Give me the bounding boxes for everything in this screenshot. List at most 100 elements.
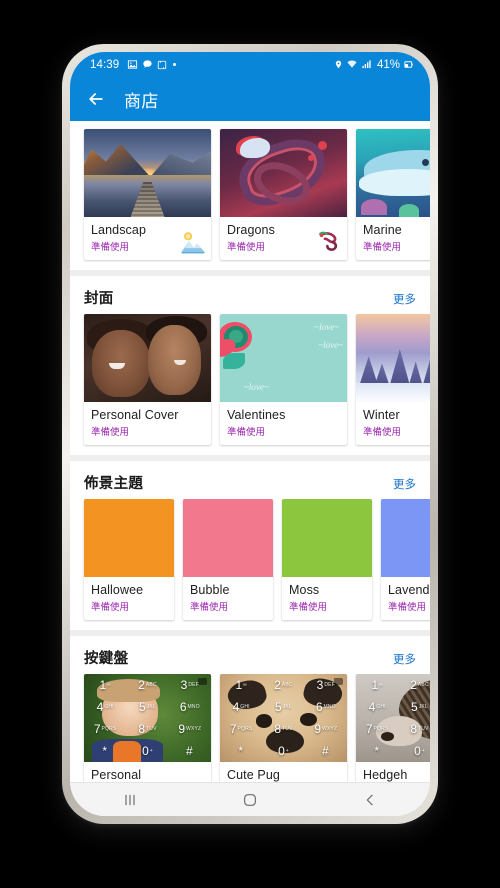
thumbnail-landscape xyxy=(84,129,211,217)
more-link-keypad[interactable]: 更多 xyxy=(393,651,416,667)
card-landscape[interactable]: Landscap 準備使用 xyxy=(84,129,211,260)
dot-indicator xyxy=(173,63,177,66)
thumbnail-halloween xyxy=(84,499,174,577)
card-title: Personal xyxy=(91,768,142,782)
section-title: 佈景主題 xyxy=(84,476,144,492)
keypad-key: 2 ABC xyxy=(138,678,157,692)
card-row-themes[interactable]: Hallowee 準備使用 Bubble 準備使用 Moss 準備使用 Lave… xyxy=(70,499,430,630)
keypad-key: 3 DEF xyxy=(316,678,335,692)
keypad-key: * xyxy=(102,744,107,758)
card-title: Valentines xyxy=(227,408,286,422)
card-meta: Hedgeh xyxy=(356,762,430,782)
card-personal-cover[interactable]: Personal Cover 準備使用 xyxy=(84,314,211,445)
thumbnail-bubble xyxy=(183,499,273,577)
card-title: Personal Cover xyxy=(91,408,179,422)
card-dragons[interactable]: Dragons 準備使用 xyxy=(220,129,347,260)
section-title: 封面 xyxy=(84,291,114,307)
thumbnail-dragons xyxy=(220,129,347,217)
keypad-key: 6 MNO xyxy=(315,700,336,714)
card-bubble[interactable]: Bubble 準備使用 xyxy=(183,499,273,620)
card-halloween[interactable]: Hallowee 準備使用 xyxy=(84,499,174,620)
phone-screen: 14:39 41% 商店 Landscap 準備使用 Dragons 準備使用 … xyxy=(70,52,430,816)
keypad-key: 7 PQRS xyxy=(229,722,253,736)
phone-frame: 14:39 41% 商店 Landscap 準備使用 Dragons 準備使用 … xyxy=(62,44,438,824)
theme-swatch xyxy=(84,499,174,577)
card-row-keypad[interactable]: 1 ∞ 2 ABC 3 DEF 4 GHI 5 JKL 6 MNO 7 PQRS 8 TUV 9 WXYZ * 0 + #… xyxy=(70,674,430,782)
card-title: Hedgeh xyxy=(363,768,408,782)
section-covers: 封面 更多 Personal Cover 準備使用 ~love~ ~love~ … xyxy=(70,270,430,455)
card-meta: Personal xyxy=(84,762,211,782)
love-text: ~love~ xyxy=(244,382,269,392)
card-meta: Valentines 準備使用 xyxy=(220,402,347,445)
keypad-key: 8 TUV xyxy=(410,722,429,736)
keypad-key: 5 JKL xyxy=(275,700,292,714)
dragon-icon xyxy=(319,231,338,251)
keypad-key: 5 JKL xyxy=(411,700,428,714)
back-icon[interactable] xyxy=(344,783,396,816)
thumbnail-marine xyxy=(356,129,430,217)
more-link-covers[interactable]: 更多 xyxy=(393,291,416,307)
recents-icon[interactable] xyxy=(104,783,156,816)
keypad-key: # xyxy=(185,744,193,758)
love-text: ~love~ xyxy=(318,340,343,350)
keypad-key: 8 TUV xyxy=(274,722,293,736)
more-link-themes[interactable]: 更多 xyxy=(393,476,416,492)
keypad-key: 1 ∞ xyxy=(371,678,383,692)
keypad-key: 0 + xyxy=(278,744,289,758)
card-winter[interactable]: Winter 準備使用 xyxy=(356,314,430,445)
card-valentines[interactable]: ~love~ ~love~ ~love~ Valentines 準備使用 xyxy=(220,314,347,445)
keypad-key: 7 PQRS xyxy=(93,722,117,736)
card-status: 準備使用 xyxy=(91,602,130,613)
keypad-key: 2 ABC xyxy=(410,678,429,692)
section-title: 按鍵盤 xyxy=(84,651,129,667)
card-row-covers[interactable]: Personal Cover 準備使用 ~love~ ~love~ ~love~… xyxy=(70,314,430,455)
card-lavender[interactable]: Lavend 準備使用 xyxy=(381,499,430,620)
card-title: Lavend xyxy=(388,583,430,597)
store-content[interactable]: Landscap 準備使用 Dragons 準備使用 Marine 準備使用 封… xyxy=(70,121,430,782)
location-icon xyxy=(335,60,342,69)
keypad-key: 5 JKL xyxy=(139,700,156,714)
keypad-key: 1 ∞ xyxy=(235,678,247,692)
status-left-icons xyxy=(127,59,177,70)
section-header-keypad: 按鍵盤 更多 xyxy=(70,636,430,674)
status-right-icons: 41% xyxy=(334,59,414,71)
status-time: 14:39 xyxy=(90,58,120,71)
card-marine[interactable]: Marine 準備使用 xyxy=(356,129,430,260)
card-title: Winter xyxy=(363,408,400,422)
card-status: 準備使用 xyxy=(227,427,266,438)
card-status: 準備使用 xyxy=(190,602,229,613)
status-bar: 14:39 41% xyxy=(70,52,430,77)
section-themes: 佈景主題 更多 Hallowee 準備使用 Bubble 準備使用 Moss 準… xyxy=(70,455,430,630)
card-meta: Hallowee 準備使用 xyxy=(84,577,174,620)
card-moss[interactable]: Moss 準備使用 xyxy=(282,499,372,620)
keypad-key: * xyxy=(374,744,379,758)
keypad-key: 2 ABC xyxy=(274,678,293,692)
card-keypad-hedgehog[interactable]: 1∞2ABC3DEF4GHI5JKL6MNO7PQRS8TUV9WXYZ*0+#… xyxy=(356,674,430,782)
card-title: Moss xyxy=(289,583,320,597)
card-title: Hallowee xyxy=(91,583,144,597)
home-icon[interactable] xyxy=(224,783,276,816)
back-arrow-icon[interactable] xyxy=(86,89,106,109)
image-icon xyxy=(128,60,138,69)
card-meta: Lavend 準備使用 xyxy=(381,577,430,620)
card-meta: Marine 準備使用 xyxy=(356,217,430,260)
card-row-featured[interactable]: Landscap 準備使用 Dragons 準備使用 Marine 準備使用 xyxy=(70,121,430,270)
card-keypad-cute-pug[interactable]: 1 ∞ 2 ABC 3 DEF 4 GHI 5 JKL 6 MNO 7 PQRS 8 TUV 9 WXYZ * 0 + #… xyxy=(220,674,347,782)
theme-swatch xyxy=(282,499,372,577)
section-featured: Landscap 準備使用 Dragons 準備使用 Marine 準備使用 xyxy=(70,121,430,270)
system-nav-bar xyxy=(70,782,430,816)
card-keypad-personal[interactable]: 1 ∞ 2 ABC 3 DEF 4 GHI 5 JKL 6 MNO 7 PQRS 8 TUV 9 WXYZ * 0 + #… xyxy=(84,674,211,782)
card-status: 準備使用 xyxy=(91,427,130,438)
thumbnail-personal-cover xyxy=(84,314,211,402)
thumbnail-valentines: ~love~ ~love~ ~love~ xyxy=(220,314,347,402)
battery-icon xyxy=(404,61,413,68)
keypad-key: 9 WXYZ xyxy=(314,722,338,736)
keypad-key: 3 DEF xyxy=(180,678,199,692)
card-meta: Winter 準備使用 xyxy=(356,402,430,445)
card-title: Cute Pug xyxy=(227,768,280,782)
app-bar: 商店 xyxy=(70,77,430,121)
card-title: Bubble xyxy=(190,583,230,597)
card-meta: Cute Pug xyxy=(220,762,347,782)
page-title: 商店 xyxy=(124,91,159,111)
theme-swatch xyxy=(183,499,273,577)
